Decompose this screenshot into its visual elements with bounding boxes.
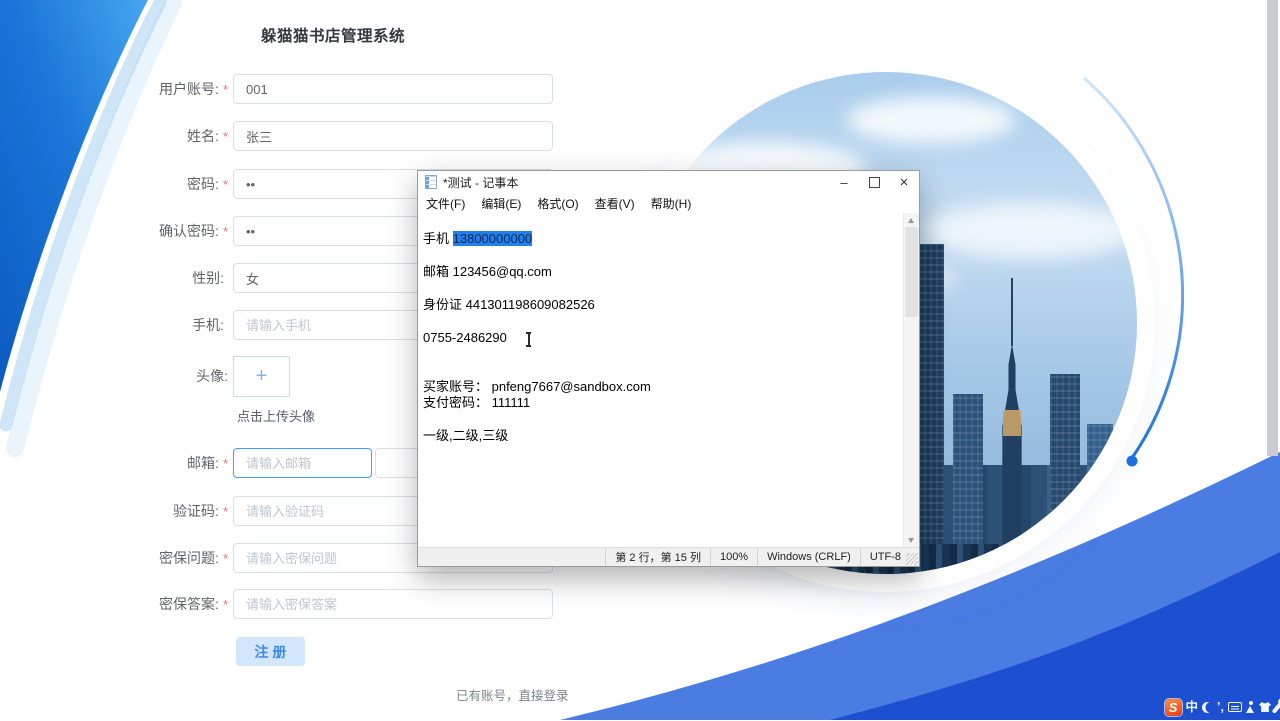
account-input[interactable] xyxy=(233,74,553,104)
status-zoom: 100% xyxy=(709,548,757,566)
captcha-label: 验证码: xyxy=(173,503,219,519)
menu-item-format[interactable]: 格式(O) xyxy=(529,195,586,212)
notepad-text-line xyxy=(423,412,904,428)
full-half-width-moon-icon[interactable] xyxy=(1202,702,1213,713)
required-star: * xyxy=(222,504,228,519)
confirm-password-label: 确认密码: xyxy=(159,223,219,239)
menu-item-edit[interactable]: 编辑(E) xyxy=(473,195,529,212)
required-star: * xyxy=(222,82,228,97)
status-line-ending: Windows (CRLF) xyxy=(757,548,860,566)
notepad-text-line xyxy=(423,346,904,362)
required-star: * xyxy=(222,129,228,144)
name-label: 姓名: xyxy=(187,128,219,144)
resize-grip[interactable] xyxy=(906,553,918,565)
field-row-avatar: 头像: + xyxy=(6,356,290,397)
field-row-account: 用户账号: * xyxy=(6,74,553,104)
soft-keyboard-icon[interactable] xyxy=(1228,702,1242,712)
phone-line-prefix: 手机 xyxy=(423,231,453,247)
notepad-text-line: 邮箱 123456@qq.com xyxy=(423,264,552,280)
notepad-text-line: 0755-2486290 xyxy=(423,329,507,345)
notepad-text-line: 一级,二级,三级 xyxy=(423,428,509,444)
notepad-text-line: 身份证 441301198609082526 xyxy=(423,296,595,312)
notepad-window-title: *测试 - 记事本 xyxy=(443,175,519,190)
register-button[interactable]: 注 册 xyxy=(236,637,305,666)
page-title: 躲猫猫书店管理系统 xyxy=(260,28,405,45)
voice-input-icon[interactable] xyxy=(1246,701,1255,713)
input-method-bar: S 中 ’, xyxy=(1164,699,1280,721)
menu-item-view[interactable]: 查看(V) xyxy=(587,195,643,212)
menu-item-file[interactable]: 文件(F) xyxy=(418,195,473,212)
field-row-security-answer: 密保答案: * xyxy=(6,589,553,619)
close-icon[interactable]: × xyxy=(889,171,919,193)
punctuation-mode-icon[interactable]: ’, xyxy=(1217,699,1224,716)
security-answer-label: 密保答案: xyxy=(159,596,219,612)
gender-label: 性别: xyxy=(192,270,224,286)
notepad-text-line xyxy=(423,248,904,264)
avatar-upload-hint: 点击上传头像 xyxy=(237,409,316,424)
plus-icon: + xyxy=(255,365,268,387)
login-link[interactable]: 已有账号，直接登录 xyxy=(456,685,569,704)
required-star: * xyxy=(222,177,228,192)
minimize-icon[interactable]: – xyxy=(829,171,859,193)
notepad-titlebar[interactable]: *测试 - 记事本 – × xyxy=(418,171,919,193)
notepad-text-lines: 邮箱 123456@qq.com 身份证 441301198609082526 07… xyxy=(423,248,904,445)
notepad-text-line: 手机 13800000000 xyxy=(423,231,904,247)
security-question-label: 密保问题: xyxy=(159,550,219,566)
required-star: * xyxy=(222,551,228,566)
maximize-icon[interactable] xyxy=(859,171,889,193)
scroll-up-icon[interactable] xyxy=(908,218,914,223)
required-star: * xyxy=(222,456,228,471)
name-input[interactable] xyxy=(233,121,553,151)
avatar-label: 头像: xyxy=(196,368,228,384)
notepad-text-line: 买家账号： pnfeng7667@sandbox.com xyxy=(423,378,651,394)
email-label: 邮箱: xyxy=(187,455,219,471)
notepad-text-line: 支付密码： 111111 xyxy=(423,395,531,411)
ibeam-cursor xyxy=(524,332,533,347)
notepad-window: *测试 - 记事本 – × 文件(F) 编辑(E) 格式(O) 查看(V) 帮助… xyxy=(417,170,920,567)
selected-text: 13800000000 xyxy=(452,231,533,247)
page-scrollbar-thumb[interactable] xyxy=(1267,0,1278,456)
notepad-text-area[interactable]: 手机 13800000000 邮箱 123456@qq.com 身份证 44130… xyxy=(419,213,904,548)
notepad-text-line xyxy=(423,281,904,297)
password-label: 密码: xyxy=(187,176,219,192)
account-label: 用户账号: xyxy=(159,81,219,97)
notepad-app-icon xyxy=(425,175,437,189)
status-line-col: 第 2 行，第 15 列 xyxy=(605,548,710,566)
scroll-down-icon[interactable] xyxy=(908,538,914,543)
phone-label: 手机: xyxy=(192,317,224,333)
sogou-logo-icon[interactable]: S xyxy=(1164,699,1182,716)
required-star: * xyxy=(222,224,228,239)
menu-item-help[interactable]: 帮助(H) xyxy=(643,195,700,212)
toolbox-icon[interactable] xyxy=(1271,702,1280,714)
notepad-text-line xyxy=(423,313,904,329)
security-answer-input[interactable] xyxy=(233,589,553,619)
skin-icon[interactable] xyxy=(1259,702,1271,712)
notepad-statusbar: 第 2 行，第 15 列 100% Windows (CRLF) UTF-8 xyxy=(418,547,919,566)
email-input[interactable] xyxy=(233,448,372,478)
notepad-vertical-scrollbar[interactable] xyxy=(903,213,919,548)
notepad-menubar: 文件(F) 编辑(E) 格式(O) 查看(V) 帮助(H) xyxy=(418,193,919,213)
field-row-name: 姓名: * xyxy=(6,121,553,151)
notepad-text-line xyxy=(423,215,904,231)
scrollbar-thumb[interactable] xyxy=(905,227,918,317)
required-star: * xyxy=(222,597,228,612)
ime-language-indicator[interactable]: 中 xyxy=(1186,699,1199,716)
avatar-upload-box[interactable]: + xyxy=(233,356,290,397)
notepad-text-line xyxy=(423,363,904,379)
